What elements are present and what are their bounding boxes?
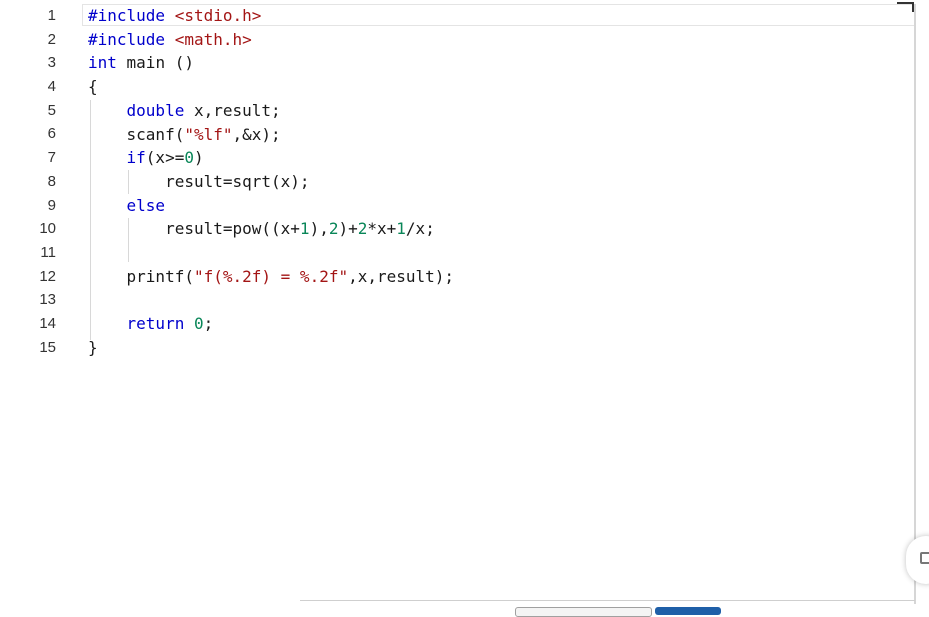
code-token: *x+ [367,219,397,239]
code-token: ,x,result); [348,266,455,286]
line-number: 1 [47,7,56,24]
code-token: else [126,195,166,215]
vertical-scrollbar[interactable] [914,4,916,604]
code-line[interactable]: #include <math.h> [88,28,252,52]
code-token: <stdio.h> [174,6,262,25]
code-token: #include [88,29,175,49]
code-line[interactable]: double x,result; [88,99,281,123]
code-line[interactable]: int main () [88,51,194,75]
code-line[interactable]: #include <stdio.h> [88,4,261,28]
secondary-button[interactable] [515,607,652,617]
code-token: ; [203,314,214,334]
code-line[interactable]: result=pow((x+1),2)+2*x+1/x; [88,217,435,241]
line-number: 12 [39,267,56,285]
code-token: result=sqrt(x); [88,171,310,191]
code-token: result=pow((x+ [88,219,300,239]
indent-guide [128,170,129,194]
code-token: ,&x); [232,124,281,144]
primary-button[interactable] [655,607,721,615]
code-token: int [88,53,117,73]
code-token: 0 [184,148,194,168]
line-number: 3 [47,54,56,72]
line-number: 9 [47,196,56,214]
line-number: 11 [40,243,56,261]
line-number-gutter: 1 2 3 4 5 6 7 8 9 10 11 12 13 14 15 [0,4,62,359]
code-line[interactable]: else [88,194,166,218]
indent-guide [90,100,91,340]
line-number: 7 [47,149,56,167]
code-token: double [126,100,185,120]
feedback-icon [920,552,929,564]
code-token: 1 [396,219,406,239]
code-editor[interactable]: 1 2 3 4 5 6 7 8 9 10 11 12 13 14 15 #include <stdio.h>… [0,0,929,612]
code-token: ) [193,148,204,168]
line-number: 6 [47,125,56,143]
line-number: 14 [39,314,56,332]
code-line[interactable]: printf("f(%.2f) = %.2f",x,result); [88,265,455,289]
code-line[interactable]: return 0; [88,312,214,336]
code-token: "f(%.2f) = %.2f" [193,266,349,286]
code-line[interactable]: result=sqrt(x); [88,170,310,194]
code-token: "%lf" [184,124,233,144]
line-number: 5 [47,101,56,119]
code-token: { [88,77,98,97]
code-token: } [88,337,98,357]
code-token: printf( [88,266,194,286]
scrollbar-corner [897,2,914,12]
code-token: 1 [299,219,310,239]
line-number: 2 [47,30,56,48]
line-number: 8 [47,172,56,190]
code-token: (x>= [145,148,185,168]
code-token: x,result; [184,100,281,120]
code-token: return [126,314,185,334]
code-token: #include [88,6,175,25]
code-token: )+ [338,219,358,239]
code-token: /x; [405,219,435,239]
code-token: main () [116,53,194,73]
indent-guide [128,218,129,262]
code-token: ), [309,219,329,239]
code-token: scanf( [88,124,185,144]
line-number: 13 [39,291,56,309]
code-line[interactable]: { [88,75,98,99]
line-number: 15 [39,338,56,356]
code-token: <math.h> [174,29,252,49]
code-token: if [126,148,146,168]
code-token: 2 [357,219,368,239]
code-token: 0 [193,314,204,334]
code-line[interactable]: scanf("%lf",&x); [88,123,281,147]
line-number: 4 [47,78,56,96]
code-line[interactable]: if(x>=0) [88,146,204,170]
line-number: 10 [39,220,56,238]
